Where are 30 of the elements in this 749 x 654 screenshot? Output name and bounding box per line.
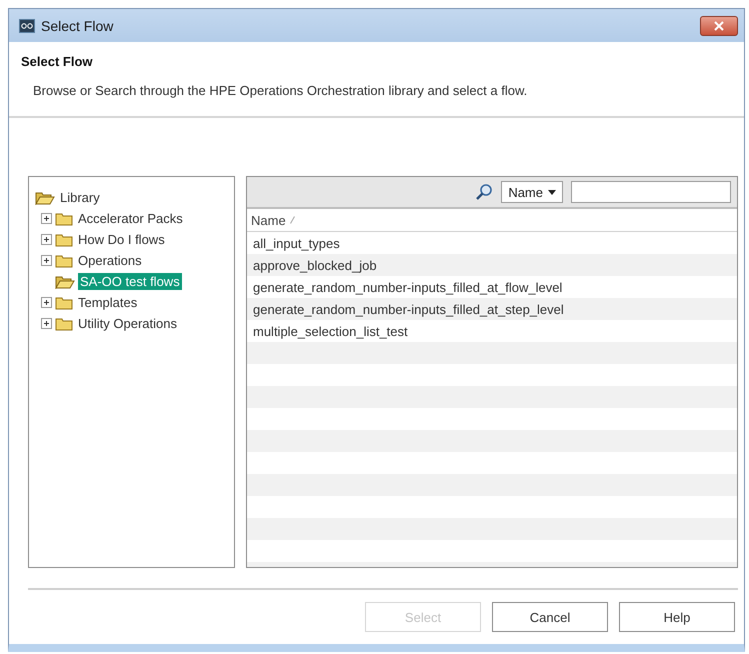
tree-item[interactable]: Accelerator Packs (76, 210, 185, 227)
dialog-button[interactable]: Cancel (492, 602, 608, 632)
expand-icon[interactable] (41, 234, 52, 245)
tree-item[interactable]: Library (58, 189, 102, 206)
tree-item[interactable]: How Do I flows (76, 231, 167, 248)
flow-row[interactable]: generate_random_number-inputs_filled_at_step_level (247, 298, 737, 320)
tree-item[interactable]: SA-OO test flows (78, 273, 182, 290)
tree-item[interactable]: Operations (76, 252, 144, 269)
flow-row[interactable]: generate_random_number-inputs_filled_at_flow_level (247, 276, 737, 298)
dialog-button[interactable]: Help (619, 602, 735, 632)
close-icon (713, 20, 725, 30)
expand-icon[interactable] (41, 318, 52, 329)
expand-icon[interactable] (41, 297, 52, 308)
flow-row[interactable]: all_input_types (247, 232, 737, 254)
caret-icon (548, 190, 556, 194)
flow-row[interactable]: approve_blocked_job (247, 254, 737, 276)
header-title: Select Flow (21, 54, 94, 69)
search-field-dropdown[interactable]: Name (501, 181, 563, 203)
flow-row[interactable]: multiple_selection_list_test (247, 320, 737, 342)
header-description: Browse or Search through the HPE Operations Orchestration library and select a flow. (33, 83, 528, 98)
sort-icon (290, 216, 295, 224)
expand-icon[interactable] (41, 213, 52, 224)
search-field[interactable] (571, 181, 731, 203)
search-icon (475, 183, 494, 201)
window-title: Select Flow (41, 18, 114, 34)
tree-item[interactable]: Utility Operations (76, 315, 179, 332)
close-button[interactable] (700, 16, 738, 36)
expand-icon[interactable] (41, 255, 52, 266)
tree-item[interactable]: Templates (76, 294, 140, 311)
app-icon (19, 18, 35, 32)
